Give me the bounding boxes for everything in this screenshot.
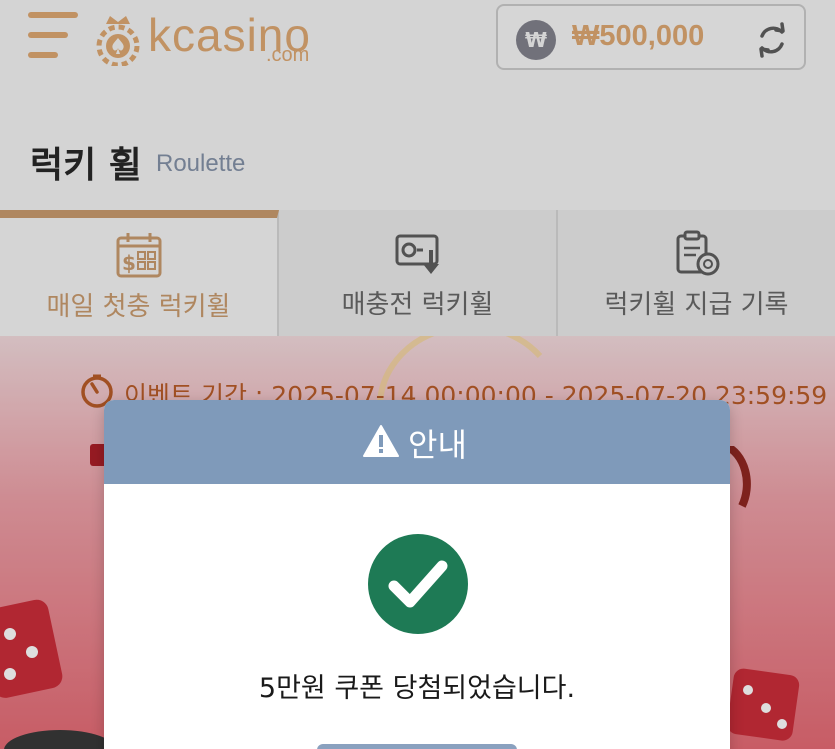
success-check-icon [368, 534, 468, 634]
modal-title: 안내 [408, 426, 467, 464]
modal-message: 5만원 쿠폰 당첨되었습니다. [258, 673, 576, 704]
confirm-button[interactable] [317, 744, 517, 749]
notice-modal: 안내 5만원 쿠폰 당첨되었습니다. [104, 400, 730, 749]
warning-icon [363, 425, 399, 457]
modal-header: 안내 [104, 400, 730, 484]
